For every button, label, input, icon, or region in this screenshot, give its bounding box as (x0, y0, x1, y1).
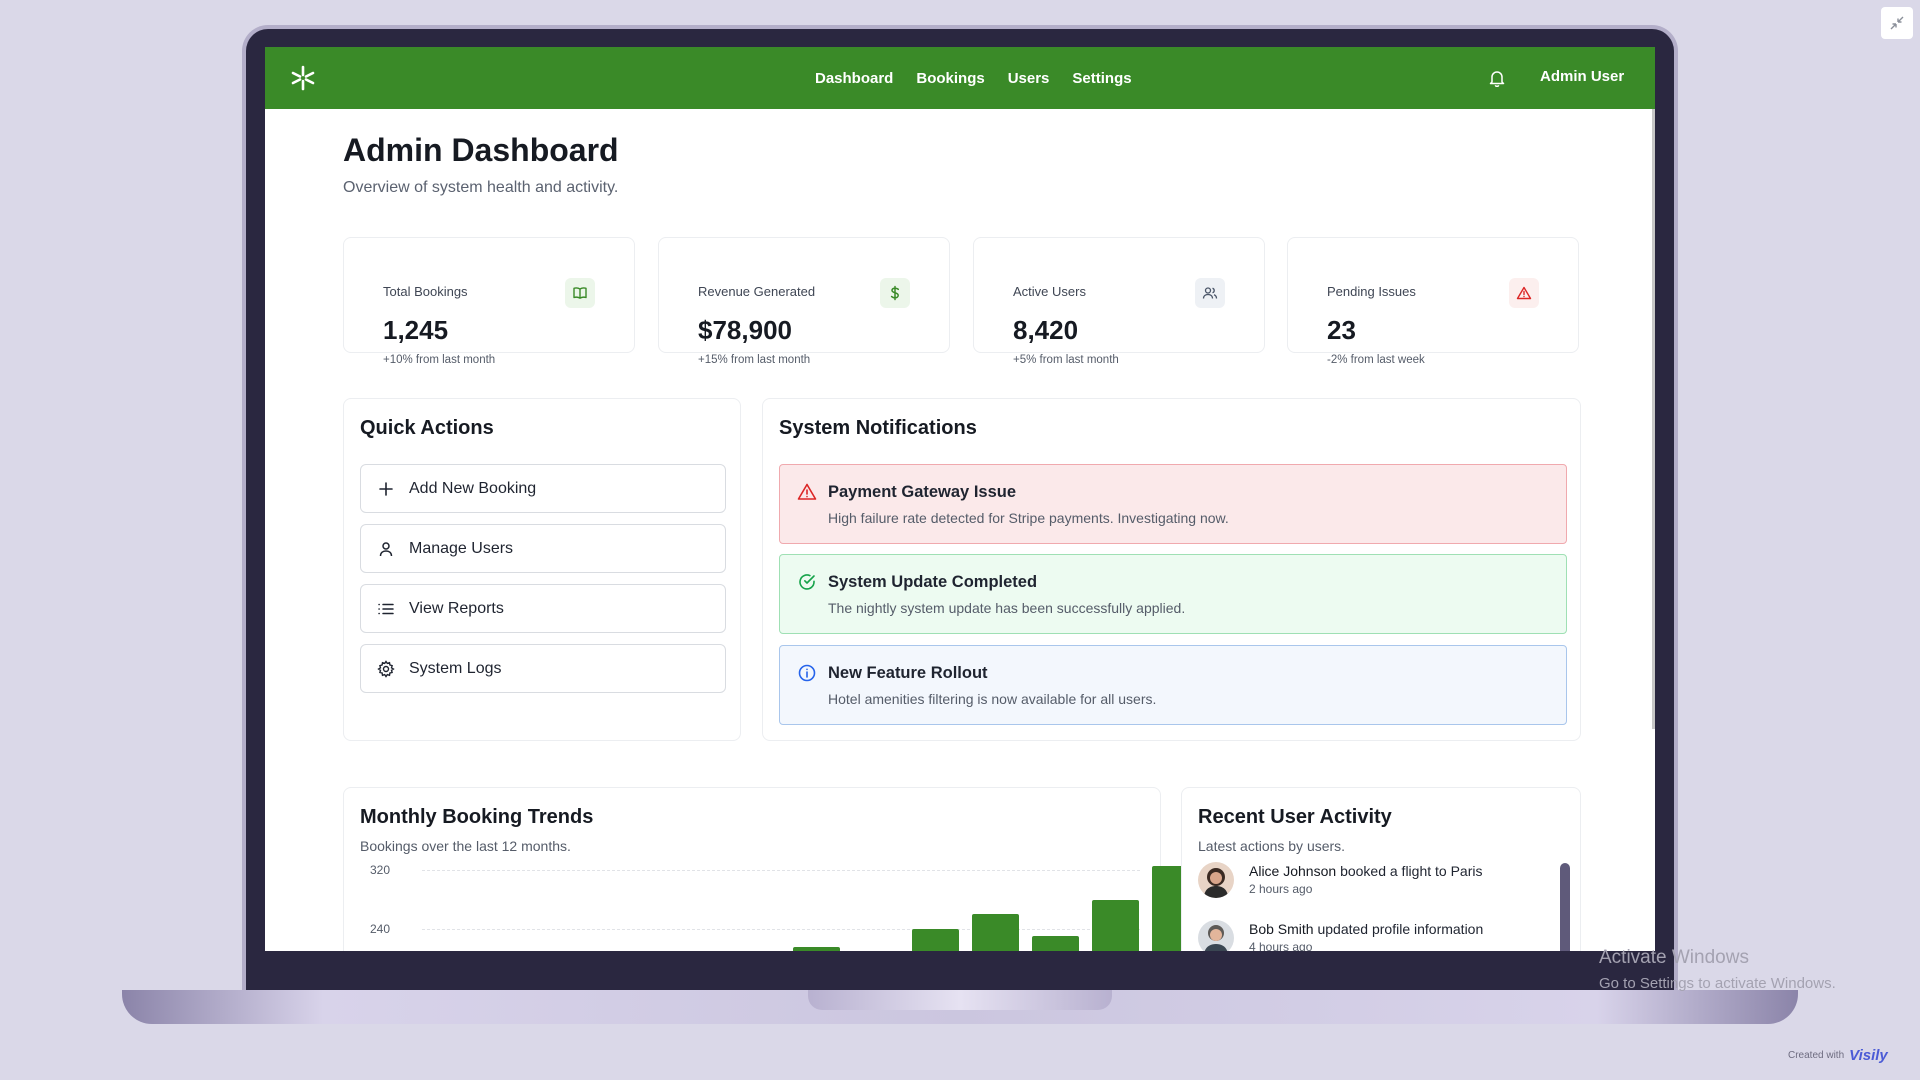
system-logs-label: System Logs (409, 659, 502, 677)
collapse-icon (1890, 16, 1904, 30)
top-navbar: Dashboard Bookings Users Settings Admin … (265, 47, 1655, 109)
info-icon (798, 664, 816, 682)
stat-value: 1,245 (383, 315, 449, 345)
list-icon (378, 603, 394, 614)
windows-watermark: Activate Windows Go to Settings to activ… (1599, 947, 1836, 992)
nav-settings[interactable]: Settings (1072, 70, 1131, 87)
quick-actions-card: Quick Actions Add New Booking Manage Use… (343, 398, 741, 741)
nav-dashboard[interactable]: Dashboard (815, 70, 893, 87)
page-subtitle: Overview of system health and activity. (343, 179, 619, 196)
chart-bar[interactable] (972, 914, 1020, 951)
activity-time: 2 hours ago (1249, 882, 1313, 896)
laptop-notch (808, 990, 1112, 1010)
notification-info[interactable]: New Feature Rollout Hotel amenities filt… (779, 645, 1567, 725)
trends-subtitle: Bookings over the last 12 months. (360, 838, 571, 854)
trends-title: Monthly Booking Trends (360, 806, 594, 828)
gridline (422, 929, 1140, 930)
stat-change: -2% from last week (1327, 354, 1425, 366)
notification-title: System Update Completed (828, 573, 1038, 591)
stat-change: +5% from last month (1013, 354, 1119, 366)
manage-users-button[interactable]: Manage Users (360, 524, 726, 573)
alert-triangle-icon (797, 483, 817, 500)
stat-card-issues: Pending Issues 23 -2% from last week (1287, 237, 1579, 366)
plus-icon (379, 481, 393, 496)
activity-title: Recent User Activity (1198, 806, 1392, 828)
chart-bar[interactable] (792, 947, 840, 951)
nav-users[interactable]: Users (1008, 70, 1050, 87)
booking-trends-card: Monthly Booking Trends Bookings over the… (343, 787, 1199, 951)
avatar (1198, 920, 1234, 951)
stat-value: 8,420 (1013, 315, 1079, 345)
activity-text: Bob Smith updated profile information (1249, 921, 1483, 937)
system-logs-button[interactable]: System Logs (360, 644, 726, 693)
notification-title: Payment Gateway Issue (828, 483, 1017, 501)
gear-icon (377, 659, 395, 678)
view-reports-button[interactable]: View Reports (360, 584, 726, 633)
notifications-title: System Notifications (779, 417, 977, 439)
stat-card-revenue: Revenue Generated $78,900 +15% from last… (658, 237, 950, 366)
activity-user[interactable]: Alice Johnson (1249, 863, 1336, 879)
chart-bar[interactable] (912, 929, 960, 951)
activity-scrollbar[interactable] (1560, 863, 1570, 951)
stat-value: 23 (1327, 315, 1356, 345)
stat-label: Active Users (1013, 284, 1086, 299)
stat-label: Total Bookings (383, 284, 468, 299)
stat-card-bookings: Total Bookings 1,245 +10% from last mont… (343, 237, 635, 366)
book-icon (565, 278, 595, 308)
notification-error[interactable]: Payment Gateway Issue High failure rate … (779, 464, 1567, 544)
activity-subtitle: Latest actions by users. (1198, 838, 1346, 854)
chart-bar[interactable] (1091, 899, 1139, 951)
stat-change: +15% from last month (698, 354, 811, 366)
manage-users-label: Manage Users (409, 539, 514, 557)
activity-item[interactable]: Alice Johnson booked a flight to Paris 2… (1198, 862, 1518, 902)
activity-time: 4 hours ago (1249, 940, 1313, 951)
add-booking-button[interactable]: Add New Booking (360, 464, 726, 513)
notification-success[interactable]: System Update Completed The nightly syst… (779, 554, 1567, 634)
avatar (1198, 862, 1234, 898)
add-booking-label: Add New Booking (409, 479, 537, 497)
stat-label: Pending Issues (1327, 284, 1416, 299)
watermark-text: Go to Settings to activate Windows. (1599, 975, 1836, 992)
y-tick-label: 320 (370, 863, 391, 877)
nav-bookings[interactable]: Bookings (916, 70, 984, 87)
activity-action: updated profile information (1317, 921, 1484, 937)
stat-value: $78,900 (698, 315, 792, 345)
alert-icon (1509, 278, 1539, 308)
gridline (422, 870, 1140, 871)
dollar-icon (880, 278, 910, 308)
logo-icon[interactable] (289, 64, 317, 92)
activity-card: Recent User Activity Latest actions by u… (1181, 787, 1581, 951)
bell-icon[interactable] (1489, 69, 1505, 87)
quick-actions-title: Quick Actions (360, 417, 494, 439)
notification-title: New Feature Rollout (828, 664, 988, 682)
watermark-title: Activate Windows (1599, 947, 1749, 968)
credit-prefix: Created with (1788, 1050, 1845, 1061)
users-icon (1195, 278, 1225, 308)
notifications-card: System Notifications Payment Gateway Iss… (762, 398, 1581, 741)
activity-user[interactable]: Bob Smith (1249, 921, 1314, 937)
user-menu[interactable]: Admin User (1540, 68, 1624, 85)
page-title: Admin Dashboard (343, 132, 619, 168)
user-icon (379, 541, 393, 556)
app-screen: Dashboard Bookings Users Settings Admin … (265, 47, 1655, 951)
notification-text: The nightly system update has been succe… (828, 600, 1186, 616)
activity-text: Alice Johnson booked a flight to Paris (1249, 863, 1482, 879)
stat-change: +10% from last month (383, 354, 496, 366)
activity-action: booked a flight to Paris (1340, 863, 1483, 879)
chart-bar[interactable] (1032, 936, 1079, 951)
collapse-button[interactable] (1881, 7, 1913, 39)
check-circle-icon (799, 574, 815, 590)
stat-card-users: Active Users 8,420 +5% from last month (973, 237, 1265, 366)
main-nav: Dashboard Bookings Users Settings (815, 47, 1132, 109)
notification-text: High failure rate detected for Stripe pa… (828, 510, 1229, 526)
view-reports-label: View Reports (409, 599, 504, 617)
activity-item[interactable]: Bob Smith updated profile information 4 … (1198, 920, 1518, 951)
notification-text: Hotel amenities filtering is now availab… (828, 691, 1157, 707)
credit-brand: Visily (1849, 1047, 1888, 1064)
y-tick-label: 240 (370, 922, 391, 936)
page-scrollbar[interactable] (1652, 109, 1655, 729)
credit-badge[interactable]: Created with Visily (1788, 1047, 1888, 1064)
stat-label: Revenue Generated (698, 284, 816, 299)
